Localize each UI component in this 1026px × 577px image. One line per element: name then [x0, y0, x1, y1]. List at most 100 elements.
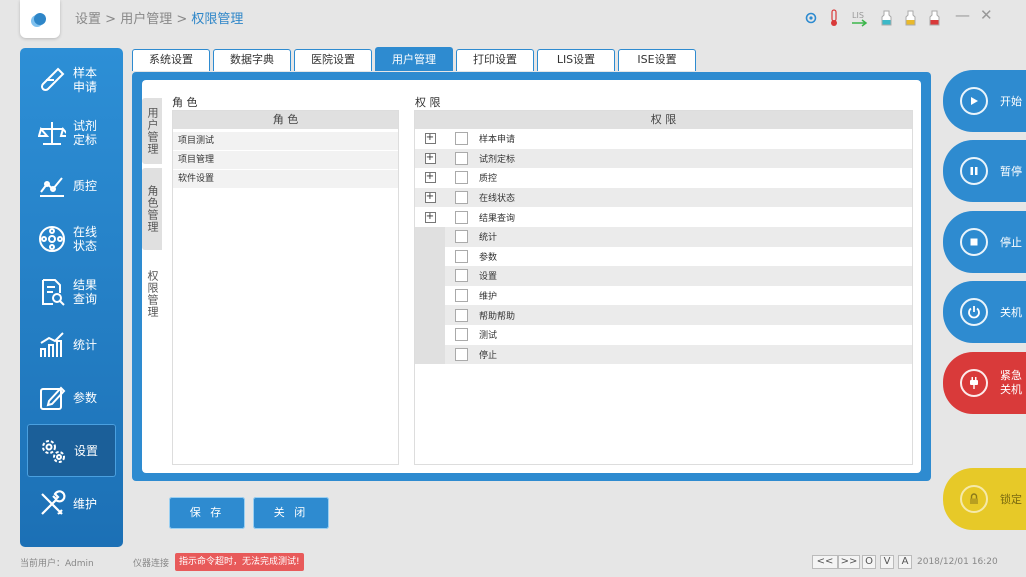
permission-checkbox[interactable] [455, 289, 468, 303]
permission-row[interactable]: 参数 [415, 246, 912, 267]
role-row-software-settings[interactable]: 软件设置 [173, 170, 398, 188]
sidebar-item-label: 设置 [74, 443, 99, 458]
sidebar-item-qc[interactable]: 质控 [20, 159, 123, 212]
sidebar-item-params[interactable]: 参数 [20, 371, 123, 424]
sidebar-item-sample[interactable]: 样本 申请 [20, 53, 123, 106]
permission-checkbox[interactable] [455, 151, 468, 165]
tab-print[interactable]: 打印设置 [456, 49, 534, 71]
expand-cell[interactable]: + [415, 207, 445, 227]
save-button[interactable]: 保 存 [169, 497, 245, 529]
lock-button[interactable]: 锁定 [943, 468, 1026, 530]
permission-row[interactable]: + 在线状态 [415, 187, 912, 208]
o-button[interactable]: O [862, 555, 876, 569]
permission-checkbox[interactable] [455, 347, 468, 361]
permission-checkbox[interactable] [455, 210, 468, 224]
current-user: 当前用户：Admin [20, 559, 94, 569]
vtab-role-management[interactable]: 角色管理 [142, 168, 162, 250]
svg-text:LIS: LIS [852, 11, 864, 20]
permission-tree-header: 权 限 [415, 111, 912, 129]
vtab-user-management[interactable]: 用户管理 [142, 98, 162, 164]
content-area: 用户管理 角色管理 权限管理 角 色 角 色 项目测试 项目管理 软件设置 权 … [142, 80, 921, 473]
start-label: 开始 [1000, 95, 1022, 108]
permission-row[interactable]: 设置 [415, 266, 912, 286]
permission-label: 帮助帮助 [479, 311, 516, 322]
expand-cell [415, 246, 445, 267]
permission-row[interactable]: + 结果查询 [415, 207, 912, 227]
permission-row[interactable]: + 质控 [415, 168, 912, 188]
expand-icon[interactable]: + [424, 133, 436, 145]
permission-checkbox[interactable] [455, 308, 468, 322]
expand-cell[interactable]: + [415, 149, 445, 169]
next-button[interactable]: >> [838, 555, 860, 569]
tab-system[interactable]: 系统设置 [132, 49, 210, 71]
bottle-red-icon [929, 10, 941, 29]
tab-hospital[interactable]: 医院设置 [294, 49, 372, 71]
permission-checkbox[interactable] [455, 249, 468, 263]
close-window-button[interactable]: ✕ [980, 6, 993, 24]
expand-icon[interactable]: + [424, 192, 436, 204]
permission-label: 质控 [479, 174, 498, 185]
permission-checkbox[interactable] [455, 171, 468, 185]
permission-row[interactable]: + 样本申请 [415, 129, 912, 149]
start-button[interactable]: 开始 [943, 70, 1026, 132]
expand-icon[interactable]: + [424, 152, 436, 164]
permission-row[interactable]: 测试 [415, 324, 912, 345]
vtab-permission-management[interactable]: 权限管理 [142, 254, 162, 334]
sidebar-item-results[interactable]: 结果 查询 [20, 265, 123, 318]
breadcrumb-current: 权限管理 [191, 12, 244, 27]
vtab-label: 权限管理 [146, 270, 159, 318]
emergency-shutdown-button[interactable]: 紧急 关机 [943, 352, 1026, 414]
tools-icon [36, 488, 68, 520]
breadcrumb: 设置 > 用户管理 > 权限管理 [75, 8, 243, 27]
connection-status-icon [805, 12, 817, 27]
expand-icon[interactable]: + [424, 172, 436, 184]
expand-cell[interactable]: + [415, 188, 445, 208]
expand-cell[interactable]: + [415, 168, 445, 188]
sidebar-item-label: 质控 [73, 178, 98, 193]
breadcrumb-root[interactable]: 设置 [75, 12, 101, 27]
pause-button[interactable]: 暂停 [943, 140, 1026, 202]
shutdown-button[interactable]: 关机 [943, 281, 1026, 343]
role-list: 角 色 项目测试 项目管理 软件设置 [172, 110, 399, 465]
expand-cell[interactable]: + [415, 129, 445, 149]
permission-checkbox[interactable] [455, 230, 468, 244]
sidebar-item-reagent[interactable]: 试剂 定标 [20, 106, 123, 159]
thermometer-icon [829, 8, 839, 30]
a-button[interactable]: A [898, 555, 912, 569]
permission-checkbox[interactable] [455, 328, 468, 342]
permission-checkbox[interactable] [455, 269, 468, 283]
v-button[interactable]: V [880, 555, 894, 569]
stop-button[interactable]: 停止 [943, 211, 1026, 273]
prev-button[interactable]: << [812, 555, 838, 569]
permission-row[interactable]: + 试剂定标 [415, 148, 912, 169]
permission-label: 维护 [479, 292, 498, 303]
sidebar-item-maintenance[interactable]: 维护 [20, 477, 123, 530]
permission-checkbox[interactable] [455, 191, 468, 205]
permission-checkbox[interactable] [455, 132, 468, 146]
expand-icon[interactable]: + [424, 211, 436, 223]
sidebar-item-settings[interactable]: 设置 [27, 424, 116, 477]
pause-icon [960, 157, 988, 185]
power-icon [960, 298, 988, 326]
tab-ise[interactable]: ISE设置 [618, 49, 696, 71]
app-logo [20, 0, 60, 38]
breadcrumb-mid[interactable]: 用户管理 [120, 12, 172, 27]
permission-row[interactable]: 帮助帮助 [415, 305, 912, 325]
close-button[interactable]: 关 闭 [253, 497, 329, 529]
permission-row[interactable]: 停止 [415, 344, 912, 365]
role-panel-title: 角 色 [172, 96, 198, 109]
datetime: 2018/12/01 16:20 [917, 557, 998, 567]
lis-status-icon: LIS [851, 9, 869, 30]
role-row-project-admin[interactable]: 项目管理 [173, 151, 398, 169]
permission-row[interactable]: 统计 [415, 226, 912, 247]
sidebar-item-label: 在线 状态 [73, 224, 98, 253]
sidebar-item-online[interactable]: 在线 状态 [20, 212, 123, 265]
breadcrumb-separator: > [176, 12, 188, 27]
permission-row[interactable]: 维护 [415, 285, 912, 306]
tab-user-management[interactable]: 用户管理 [375, 47, 453, 71]
tab-dictionary[interactable]: 数据字典 [213, 49, 291, 71]
minimize-button[interactable]: — [955, 6, 970, 24]
role-row-project-test[interactable]: 项目测试 [173, 132, 398, 150]
sidebar-item-stats[interactable]: 统计 [20, 318, 123, 371]
tab-lis[interactable]: LIS设置 [537, 49, 615, 71]
